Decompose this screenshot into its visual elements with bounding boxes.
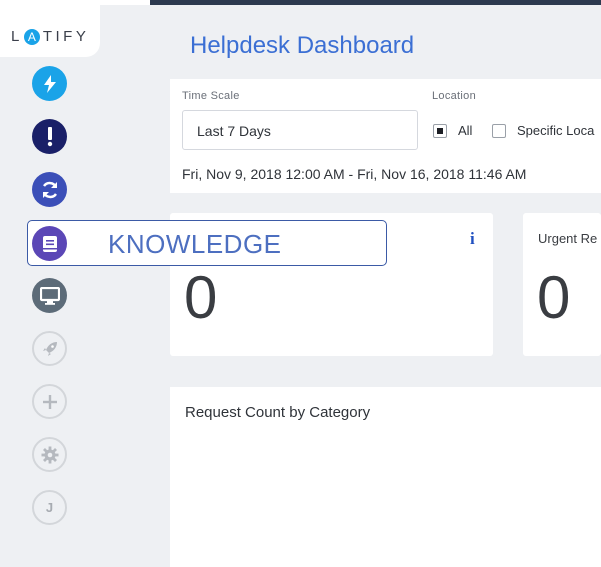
logo-container[interactable]: L A TIFY: [0, 5, 100, 57]
gear-icon[interactable]: [32, 437, 67, 472]
avatar-icon[interactable]: J: [32, 490, 67, 525]
avatar-initial: J: [45, 500, 54, 515]
monitor-icon[interactable]: [32, 278, 67, 313]
filter-panel: Time Scale Last 7 Days Location All Spec…: [170, 79, 601, 193]
metric-card-urgent: Urgent Re 0: [523, 213, 601, 356]
page-title: Helpdesk Dashboard: [190, 32, 415, 59]
metric-value-urgent: 0: [537, 264, 571, 331]
location-all-label: All: [458, 123, 473, 138]
lightning-icon[interactable]: [32, 66, 67, 101]
book-icon[interactable]: [32, 226, 67, 261]
location-specific-checkbox[interactable]: [492, 124, 506, 138]
plus-icon[interactable]: [32, 384, 67, 419]
location-all-checkbox[interactable]: [433, 124, 447, 138]
refresh-icon[interactable]: [32, 172, 67, 207]
metric-value: 0: [184, 264, 218, 331]
metric-title-urgent: Urgent Re: [538, 231, 598, 246]
chart-panel: Request Count by Category: [170, 387, 601, 567]
tooltip-label: KNOWLEDGE: [108, 229, 282, 259]
rocket-icon[interactable]: [32, 331, 67, 366]
exclamation-icon[interactable]: [32, 119, 67, 154]
location-label: Location: [432, 90, 476, 102]
chart-title: Request Count by Category: [185, 404, 371, 421]
date-range: Fri, Nov 9, 2018 12:00 AM - Fri, Nov 16,…: [182, 166, 527, 182]
time-scale-value: Last 7 Days: [197, 123, 271, 139]
logo: L A TIFY: [11, 28, 90, 45]
time-scale-label: Time Scale: [182, 90, 240, 102]
time-scale-select[interactable]: Last 7 Days: [182, 110, 418, 150]
knowledge-tooltip: KNOWLEDGE: [27, 220, 387, 266]
location-specific-label: Specific Loca: [517, 123, 595, 138]
info-icon[interactable]: i: [470, 229, 475, 249]
